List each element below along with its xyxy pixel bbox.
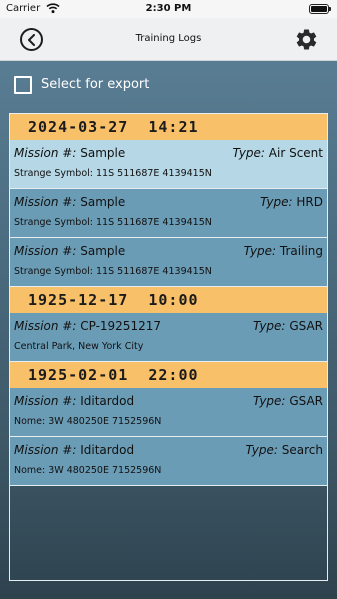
export-label: Select for export [41, 77, 150, 92]
mission-value: Sample [80, 146, 126, 160]
type-field: Type: GSAR [253, 317, 323, 335]
training-log-list[interactable]: 2024-03-27 14:21 Mission #: Sample Type: A… [9, 113, 328, 581]
mission-row: Mission #: Iditardod Type: Search [14, 441, 323, 459]
type-label: Type: [232, 146, 265, 160]
mission-field: Mission #: Sample [14, 193, 125, 211]
log-entry-row[interactable]: Mission #: Sample Type: Air Scent Strange … [10, 140, 327, 189]
mission-value: Sample [80, 195, 126, 209]
mission-value: CP-19251217 [80, 319, 161, 333]
date-section-header: 2024-03-27 14:21 [10, 114, 327, 140]
location-text: Strange Symbol: 11S 511687E 4139415N [14, 217, 212, 228]
type-field: Type: Search [246, 441, 324, 459]
log-entry-row[interactable]: Mission #: Iditardod Type: GSAR Nome: 3W 4… [10, 388, 327, 437]
type-label: Type: [245, 443, 278, 457]
mission-row: Mission #: Sample Type: Trailing [14, 242, 323, 260]
mission-label: Mission #: [14, 319, 77, 333]
type-field: Type: Trailing [244, 242, 323, 260]
location-text: Strange Symbol: 11S 511687E 4139415N [14, 168, 212, 179]
navigation-bar: Training Logs [0, 18, 337, 61]
mission-field: Mission #: Sample [14, 242, 125, 260]
date-section-header: 1925-02-01 22:00 [10, 362, 327, 388]
mission-row: Mission #: Sample Type: Air Scent [14, 144, 323, 162]
type-value: HRD [296, 195, 323, 209]
type-value: Air Scent [268, 146, 323, 160]
log-entry-row[interactable]: Mission #: Iditardod Type: Search Nome: 3W… [10, 437, 327, 486]
type-value: GSAR [289, 394, 323, 408]
mission-label: Mission #: [14, 195, 77, 209]
mission-field: Mission #: Sample [14, 144, 125, 162]
log-entry-row[interactable]: Mission #: CP-19251217 Type: GSAR Central … [10, 313, 327, 362]
type-label: Type: [243, 244, 277, 258]
mission-field: Mission #: Iditardod [14, 441, 134, 459]
type-value: Trailing [279, 244, 323, 258]
mission-value: Iditardod [80, 394, 135, 408]
mission-value: Iditardod [80, 443, 135, 457]
mission-row: Mission #: CP-19251217 Type: GSAR [14, 317, 323, 335]
type-label: Type: [253, 394, 286, 408]
mission-label: Mission #: [14, 244, 77, 258]
type-value: GSAR [289, 319, 323, 333]
settings-gear-button[interactable] [294, 27, 319, 52]
export-checkbox[interactable] [14, 75, 32, 94]
type-field: Type: Air Scent [233, 144, 323, 162]
date-section-header: 1925-12-17 10:00 [10, 287, 327, 313]
type-field: Type: HRD [260, 193, 323, 211]
mission-row: Mission #: Iditardod Type: GSAR [14, 392, 323, 410]
mission-label: Mission #: [14, 146, 77, 160]
page-title: Training Logs [135, 33, 202, 44]
type-label: Type: [260, 195, 293, 209]
mission-row: Mission #: Sample Type: HRD [14, 193, 323, 211]
gear-icon [296, 29, 317, 50]
mission-value: Sample [80, 244, 126, 258]
status-bar: Carrier 2:30 PM [0, 0, 337, 18]
mission-label: Mission #: [14, 394, 77, 408]
mission-field: Mission #: CP-19251217 [14, 317, 161, 335]
location-text: Nome: 3W 480250E 7152596N [14, 465, 162, 476]
location-text: Strange Symbol: 11S 511687E 4139415N [14, 266, 212, 277]
mission-label: Mission #: [14, 443, 77, 457]
type-value: Search [281, 443, 323, 457]
log-entry-row[interactable]: Mission #: Sample Type: HRD Strange Symbol… [10, 189, 327, 238]
mission-field: Mission #: Iditardod [14, 392, 134, 410]
location-text: Nome: 3W 480250E 7152596N [14, 416, 162, 427]
battery-icon [309, 4, 331, 14]
status-time: 2:30 PM [145, 3, 192, 14]
type-label: Type: [253, 319, 286, 333]
log-entry-row[interactable]: Mission #: Sample Type: Trailing Strange S… [10, 238, 327, 287]
location-text: Central Park, New York City [14, 341, 144, 352]
type-field: Type: GSAR [253, 392, 323, 410]
select-for-export-toggle[interactable]: Select for export [14, 75, 149, 94]
